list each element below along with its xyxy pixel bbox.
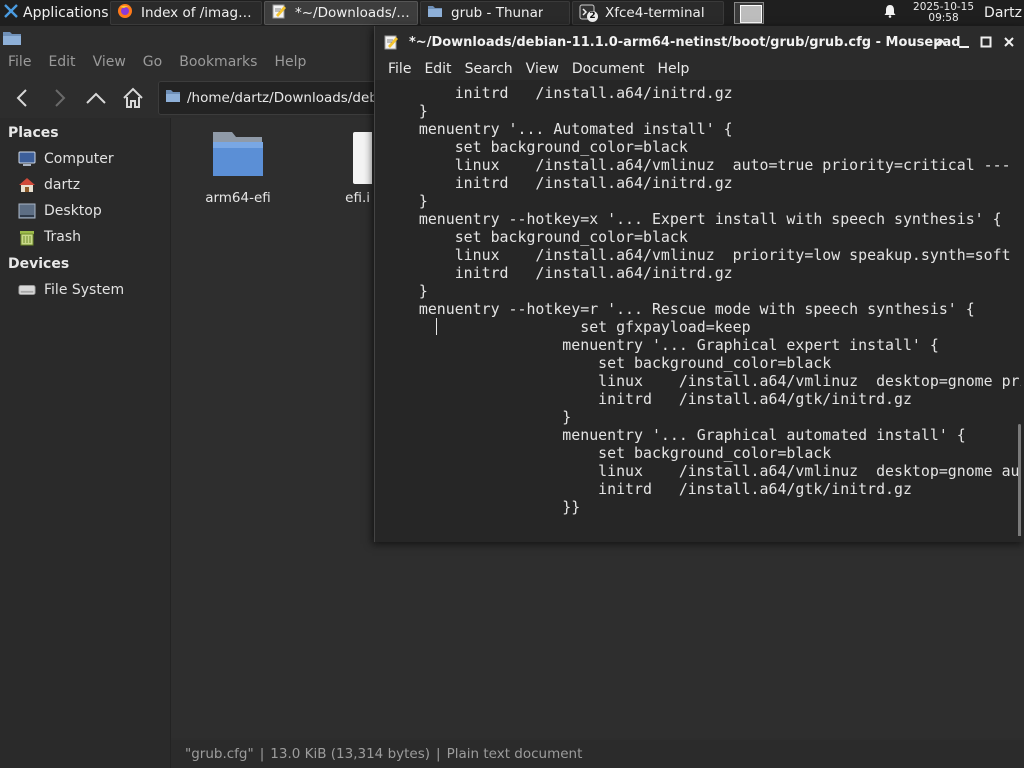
folder-icon xyxy=(427,3,443,23)
thunar-menubar: File Edit View Go Bookmarks Help xyxy=(0,50,315,74)
sidebar-item-label: dartz xyxy=(44,177,81,193)
location-path: /home/dartz/Downloads/debi xyxy=(187,90,382,106)
mousepad-titlebar[interactable]: *~/Downloads/debian-11.1.0-arm64-netinst… xyxy=(375,26,1024,58)
top-panel: Applications Index of /images... *~/Down… xyxy=(0,0,1024,26)
task-label: grub - Thunar xyxy=(451,5,544,21)
home-icon[interactable] xyxy=(121,86,145,110)
sidebar-item-dartz[interactable]: dartz xyxy=(0,172,170,198)
computer-icon xyxy=(18,150,36,168)
devices-heading: Devices xyxy=(8,256,70,272)
places-heading: Places xyxy=(8,125,59,141)
thunar-window-icon xyxy=(2,30,22,50)
file-item-label: efi.i xyxy=(345,190,370,206)
text-editor-area[interactable]: initrd /install.a64/initrd.gz } menuentr… xyxy=(381,80,1021,536)
close-icon[interactable] xyxy=(1001,34,1017,50)
drive-icon xyxy=(18,281,36,299)
workspace-window-preview xyxy=(740,5,762,23)
editor-text: initrd /install.a64/initrd.gz } menuentr… xyxy=(418,84,1021,516)
sidebar-item-computer[interactable]: Computer xyxy=(0,146,170,172)
applications-menu-button[interactable]: Applications xyxy=(0,0,110,26)
task-label: Index of /images... xyxy=(141,5,255,21)
status-file-name: "grub.cfg" xyxy=(185,746,254,762)
location-bar[interactable]: /home/dartz/Downloads/debi xyxy=(158,81,398,115)
window-title: *~/Downloads/debian-11.1.0-arm64-netinst… xyxy=(409,34,961,50)
menu-bookmarks[interactable]: Bookmarks xyxy=(179,54,257,70)
folder-icon xyxy=(198,128,278,190)
menu-view[interactable]: View xyxy=(526,61,559,77)
status-file-size: 13.0 KiB (13,314 bytes) xyxy=(270,746,431,762)
menu-edit[interactable]: Edit xyxy=(48,54,75,70)
home-folder-icon xyxy=(18,176,36,194)
xfce-logo-icon xyxy=(3,3,19,23)
file-item-document[interactable]: efi.i xyxy=(322,128,372,206)
document-icon xyxy=(322,128,372,190)
menu-help[interactable]: Help xyxy=(274,54,306,70)
mousepad-window: *~/Downloads/debian-11.1.0-arm64-netinst… xyxy=(374,26,1024,542)
sidebar-item-label: Trash xyxy=(44,229,81,245)
system-tray: 2025-10-15 09:58 Dartz xyxy=(883,0,1024,26)
maximize-icon[interactable] xyxy=(978,34,994,50)
mousepad-menubar: File Edit Search View Document Help xyxy=(375,58,1024,80)
workspace-switcher[interactable] xyxy=(734,2,764,24)
file-item-label: arm64-efi xyxy=(205,190,271,206)
sidebar-item-label: Desktop xyxy=(44,203,102,219)
clock[interactable]: 2025-10-15 09:58 xyxy=(913,2,974,24)
status-bar: "grub.cfg" | 13.0 KiB (13,314 bytes) | P… xyxy=(171,740,1024,768)
desktop-icon xyxy=(18,202,36,220)
menu-help[interactable]: Help xyxy=(657,61,689,77)
sidebar-item-file-system[interactable]: File System xyxy=(0,277,170,303)
vertical-scrollbar[interactable] xyxy=(1018,424,1021,536)
terminal-icon: 2 xyxy=(579,4,598,22)
sidebar-item-desktop[interactable]: Desktop xyxy=(0,198,170,224)
sidebar-item-label: File System xyxy=(44,282,125,298)
text-cursor xyxy=(436,318,437,335)
status-file-type: Plain text document xyxy=(446,746,583,762)
task-firefox[interactable]: Index of /images... xyxy=(110,1,262,25)
sidebar: Places Computer dartz Desktop Trash Devi xyxy=(0,118,171,768)
menu-file[interactable]: File xyxy=(8,54,31,70)
status-separator: | xyxy=(259,746,265,762)
task-label: *~/Downloads/d... xyxy=(295,5,411,21)
task-terminal[interactable]: 2 Xfce4-terminal xyxy=(572,1,724,25)
chevron-up-icon[interactable] xyxy=(933,34,949,50)
file-item-folder[interactable]: arm64-efi xyxy=(198,128,278,206)
sidebar-item-trash[interactable]: Trash xyxy=(0,224,170,250)
sidebar-item-label: Computer xyxy=(44,151,114,167)
task-label: Xfce4-terminal xyxy=(605,5,705,21)
clock-time: 09:58 xyxy=(928,12,959,24)
text-editor-icon xyxy=(383,34,399,50)
task-thunar[interactable]: grub - Thunar xyxy=(420,1,570,25)
back-arrow-icon[interactable] xyxy=(11,86,35,110)
task-mousepad[interactable]: *~/Downloads/d... xyxy=(264,1,418,25)
folder-icon xyxy=(165,89,181,107)
menu-document[interactable]: Document xyxy=(572,61,645,77)
forward-arrow-icon[interactable] xyxy=(47,86,71,110)
user-menu-button[interactable]: Dartz xyxy=(984,5,1024,21)
firefox-icon xyxy=(117,3,133,23)
menu-view[interactable]: View xyxy=(93,54,126,70)
menu-search[interactable]: Search xyxy=(465,61,513,77)
text-editor-icon xyxy=(271,3,287,23)
task-count-badge: 2 xyxy=(587,11,598,22)
menu-go[interactable]: Go xyxy=(143,54,162,70)
up-arrow-icon[interactable] xyxy=(84,86,108,110)
menu-file[interactable]: File xyxy=(388,61,411,77)
status-separator: | xyxy=(436,746,441,762)
applications-label: Applications xyxy=(23,5,109,21)
minimize-icon[interactable] xyxy=(956,34,972,50)
notification-bell-icon[interactable] xyxy=(883,4,897,22)
menu-edit[interactable]: Edit xyxy=(424,61,451,77)
trash-icon xyxy=(18,228,36,246)
